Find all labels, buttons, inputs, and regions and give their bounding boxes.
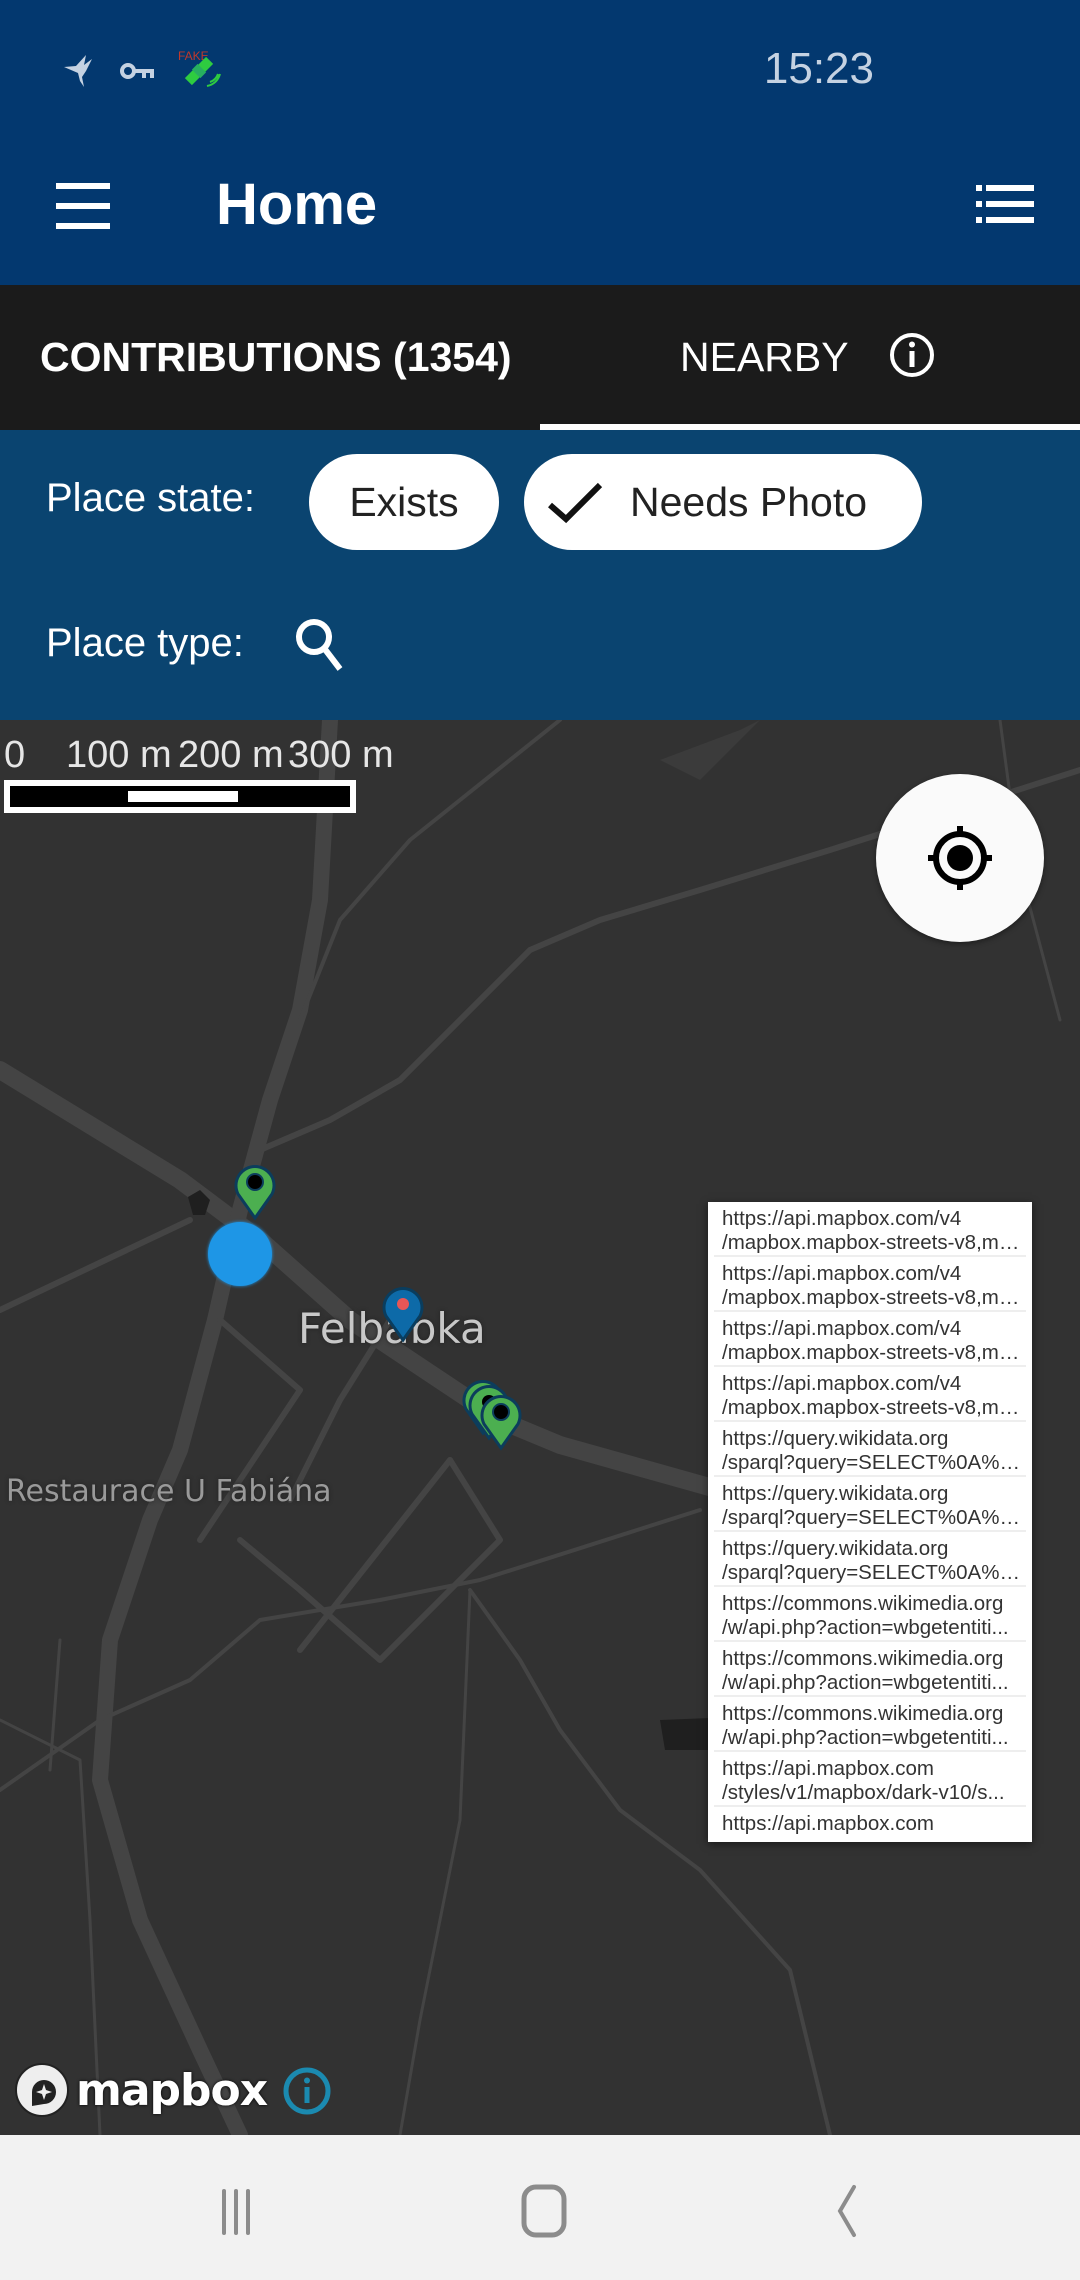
url-line: https://api.mapbox.com (722, 1757, 934, 1780)
url-line: /w/api.php?action=wbgetentiti... (722, 1671, 1009, 1694)
map-scale-bar (4, 780, 356, 813)
page-title: Home (216, 172, 378, 237)
park-area (660, 720, 760, 780)
url-line: /sparql?query=SELECT%0A%20... (722, 1561, 1022, 1584)
tab-contributions[interactable]: CONTRIBUTIONS (1354) (40, 285, 512, 430)
checkmark-icon (548, 482, 603, 524)
url-line: /sparql?query=SELECT%0A%20... (722, 1506, 1022, 1529)
url-list-item[interactable]: https://api.mapbox.com/v4/mapbox.mapbox-… (714, 1367, 1026, 1422)
place-type-label: Place type: (46, 621, 244, 665)
mapbox-wordmark: mapbox (76, 2064, 268, 2116)
url-line: https://api.mapbox.com/v4 (722, 1207, 962, 1230)
chip-needs-photo-label: Needs Photo (630, 478, 868, 525)
url-line: https://query.wikidata.org (722, 1482, 949, 1505)
crosshair-location-icon (928, 826, 992, 890)
url-list-item[interactable]: https://api.mapbox.com/v4/mapbox.mapbox-… (714, 1202, 1026, 1257)
scale-bar-track (10, 786, 350, 807)
scale-label: 300 m (288, 734, 394, 776)
url-line: /sparql?query=SELECT%0A%20... (722, 1451, 1022, 1474)
chip-exists-label: Exists (349, 478, 459, 525)
road (92, 720, 338, 2135)
filter-panel: Place state: Exists Needs Photo Place ty… (0, 430, 1080, 720)
search-icon (296, 619, 343, 671)
url-list-item[interactable]: https://query.wikidata.org/sparql?query=… (714, 1422, 1026, 1477)
status-icons: FAKE (62, 48, 222, 94)
clock: 15:23 (763, 44, 874, 93)
url-list-item[interactable]: https://query.wikidata.org/sparql?query=… (714, 1477, 1026, 1532)
url-line: /w/api.php?action=wbgetentiti... (722, 1726, 1009, 1749)
app-bar: Home (0, 145, 1080, 285)
url-list-item[interactable]: https://api.mapbox.com (714, 1807, 1026, 1842)
my-location-button[interactable] (876, 774, 1044, 942)
map-pin-needs-photo[interactable] (232, 1160, 278, 1222)
info-icon[interactable] (888, 331, 936, 379)
url-line: https://commons.wikimedia.org (722, 1592, 1004, 1615)
network-request-list[interactable]: https://api.mapbox.com/v4/mapbox.mapbox-… (708, 1202, 1032, 1842)
mapbox-logo-icon (15, 2063, 69, 2117)
back-button[interactable] (808, 2175, 888, 2245)
url-list-item[interactable]: https://api.mapbox.com/styles/v1/mapbox/… (714, 1752, 1026, 1807)
url-line: /mapbox.mapbox-streets-v8,ma... (722, 1341, 1022, 1364)
status-bar: FAKE 15:23 (0, 0, 1080, 145)
list-view-button[interactable] (976, 183, 1036, 233)
url-line: https://api.mapbox.com/v4 (722, 1317, 962, 1340)
road (0, 1217, 193, 1313)
tab-nearby[interactable]: NEARBY (540, 285, 1080, 430)
map-view[interactable]: 0 100 m 200 m 300 m Felbabka Restaurace … (0, 720, 1080, 2135)
tab-nearby-label: NEARBY (680, 334, 849, 380)
url-list-item[interactable]: https://commons.wikimedia.org/w/api.php?… (714, 1697, 1026, 1752)
url-list-item[interactable]: https://commons.wikimedia.org/w/api.php?… (714, 1642, 1026, 1697)
url-list-item[interactable]: https://api.mapbox.com/v4/mapbox.mapbox-… (714, 1312, 1026, 1367)
system-nav-bar (0, 2135, 1080, 2280)
fake-gps-satellite-icon: FAKE (178, 49, 221, 87)
url-line: https://query.wikidata.org (722, 1427, 949, 1450)
scale-label: 200 m (178, 734, 284, 776)
scale-label: 0 (4, 734, 26, 776)
home-button[interactable] (504, 2175, 584, 2245)
url-line: https://query.wikidata.org (722, 1537, 949, 1560)
hummingbird-icon (64, 55, 92, 87)
home-icon (521, 2184, 567, 2238)
url-line: https://api.mapbox.com/v4 (722, 1372, 962, 1395)
url-line: /mapbox.mapbox-streets-v8,ma... (722, 1396, 1022, 1419)
url-line: /mapbox.mapbox-streets-v8,ma... (722, 1231, 1022, 1254)
url-line: /mapbox.mapbox-streets-v8,ma... (722, 1286, 1022, 1309)
map-pin-needs-photo[interactable] (478, 1390, 524, 1452)
url-line: https://api.mapbox.com (722, 1812, 934, 1835)
tab-bar: CONTRIBUTIONS (1354) NEARBY (0, 285, 1080, 430)
road (0, 1061, 729, 1499)
attribution-info-icon[interactable] (282, 2066, 332, 2116)
url-list-item[interactable]: https://commons.wikimedia.org/w/api.php?… (714, 1587, 1026, 1642)
map-label-restaurant: Restaurace U Fabiána (6, 1474, 332, 1509)
map-pin-selected[interactable] (380, 1282, 426, 1344)
hamburger-menu-button[interactable] (54, 181, 114, 241)
building (660, 1718, 710, 1750)
url-line: /styles/v1/mapbox/dark-v10/s... (722, 1781, 1005, 1804)
url-list-item[interactable]: https://api.mapbox.com/v4/mapbox.mapbox-… (714, 1257, 1026, 1312)
back-chevron-icon (837, 2185, 856, 2237)
user-location-dot (208, 1222, 272, 1286)
url-line: https://commons.wikimedia.org (722, 1702, 1004, 1725)
vpn-key-icon (120, 63, 154, 79)
url-line: https://api.mapbox.com/v4 (722, 1262, 962, 1285)
url-line: /w/api.php?action=wbgetentiti... (722, 1616, 1009, 1639)
url-list-item[interactable]: https://query.wikidata.org/sparql?query=… (714, 1532, 1026, 1587)
hamburger-menu-icon (56, 183, 110, 189)
place-state-label: Place state: (46, 476, 256, 520)
recent-apps-icon (222, 2189, 250, 2235)
hamburger-line (56, 223, 110, 229)
chip-needs-photo[interactable]: Needs Photo (524, 454, 922, 550)
scale-bar-segment (128, 791, 238, 802)
recent-apps-button[interactable] (204, 2175, 284, 2245)
place-type-search-button[interactable] (290, 615, 350, 675)
chip-exists[interactable]: Exists (309, 454, 499, 550)
hamburger-line (56, 203, 110, 209)
road (398, 1588, 472, 2135)
scale-label: 100 m (66, 734, 172, 776)
mapbox-logo[interactable]: mapbox (14, 2062, 268, 2118)
url-line: https://commons.wikimedia.org (722, 1647, 1004, 1670)
list-view-icon (976, 185, 1034, 223)
